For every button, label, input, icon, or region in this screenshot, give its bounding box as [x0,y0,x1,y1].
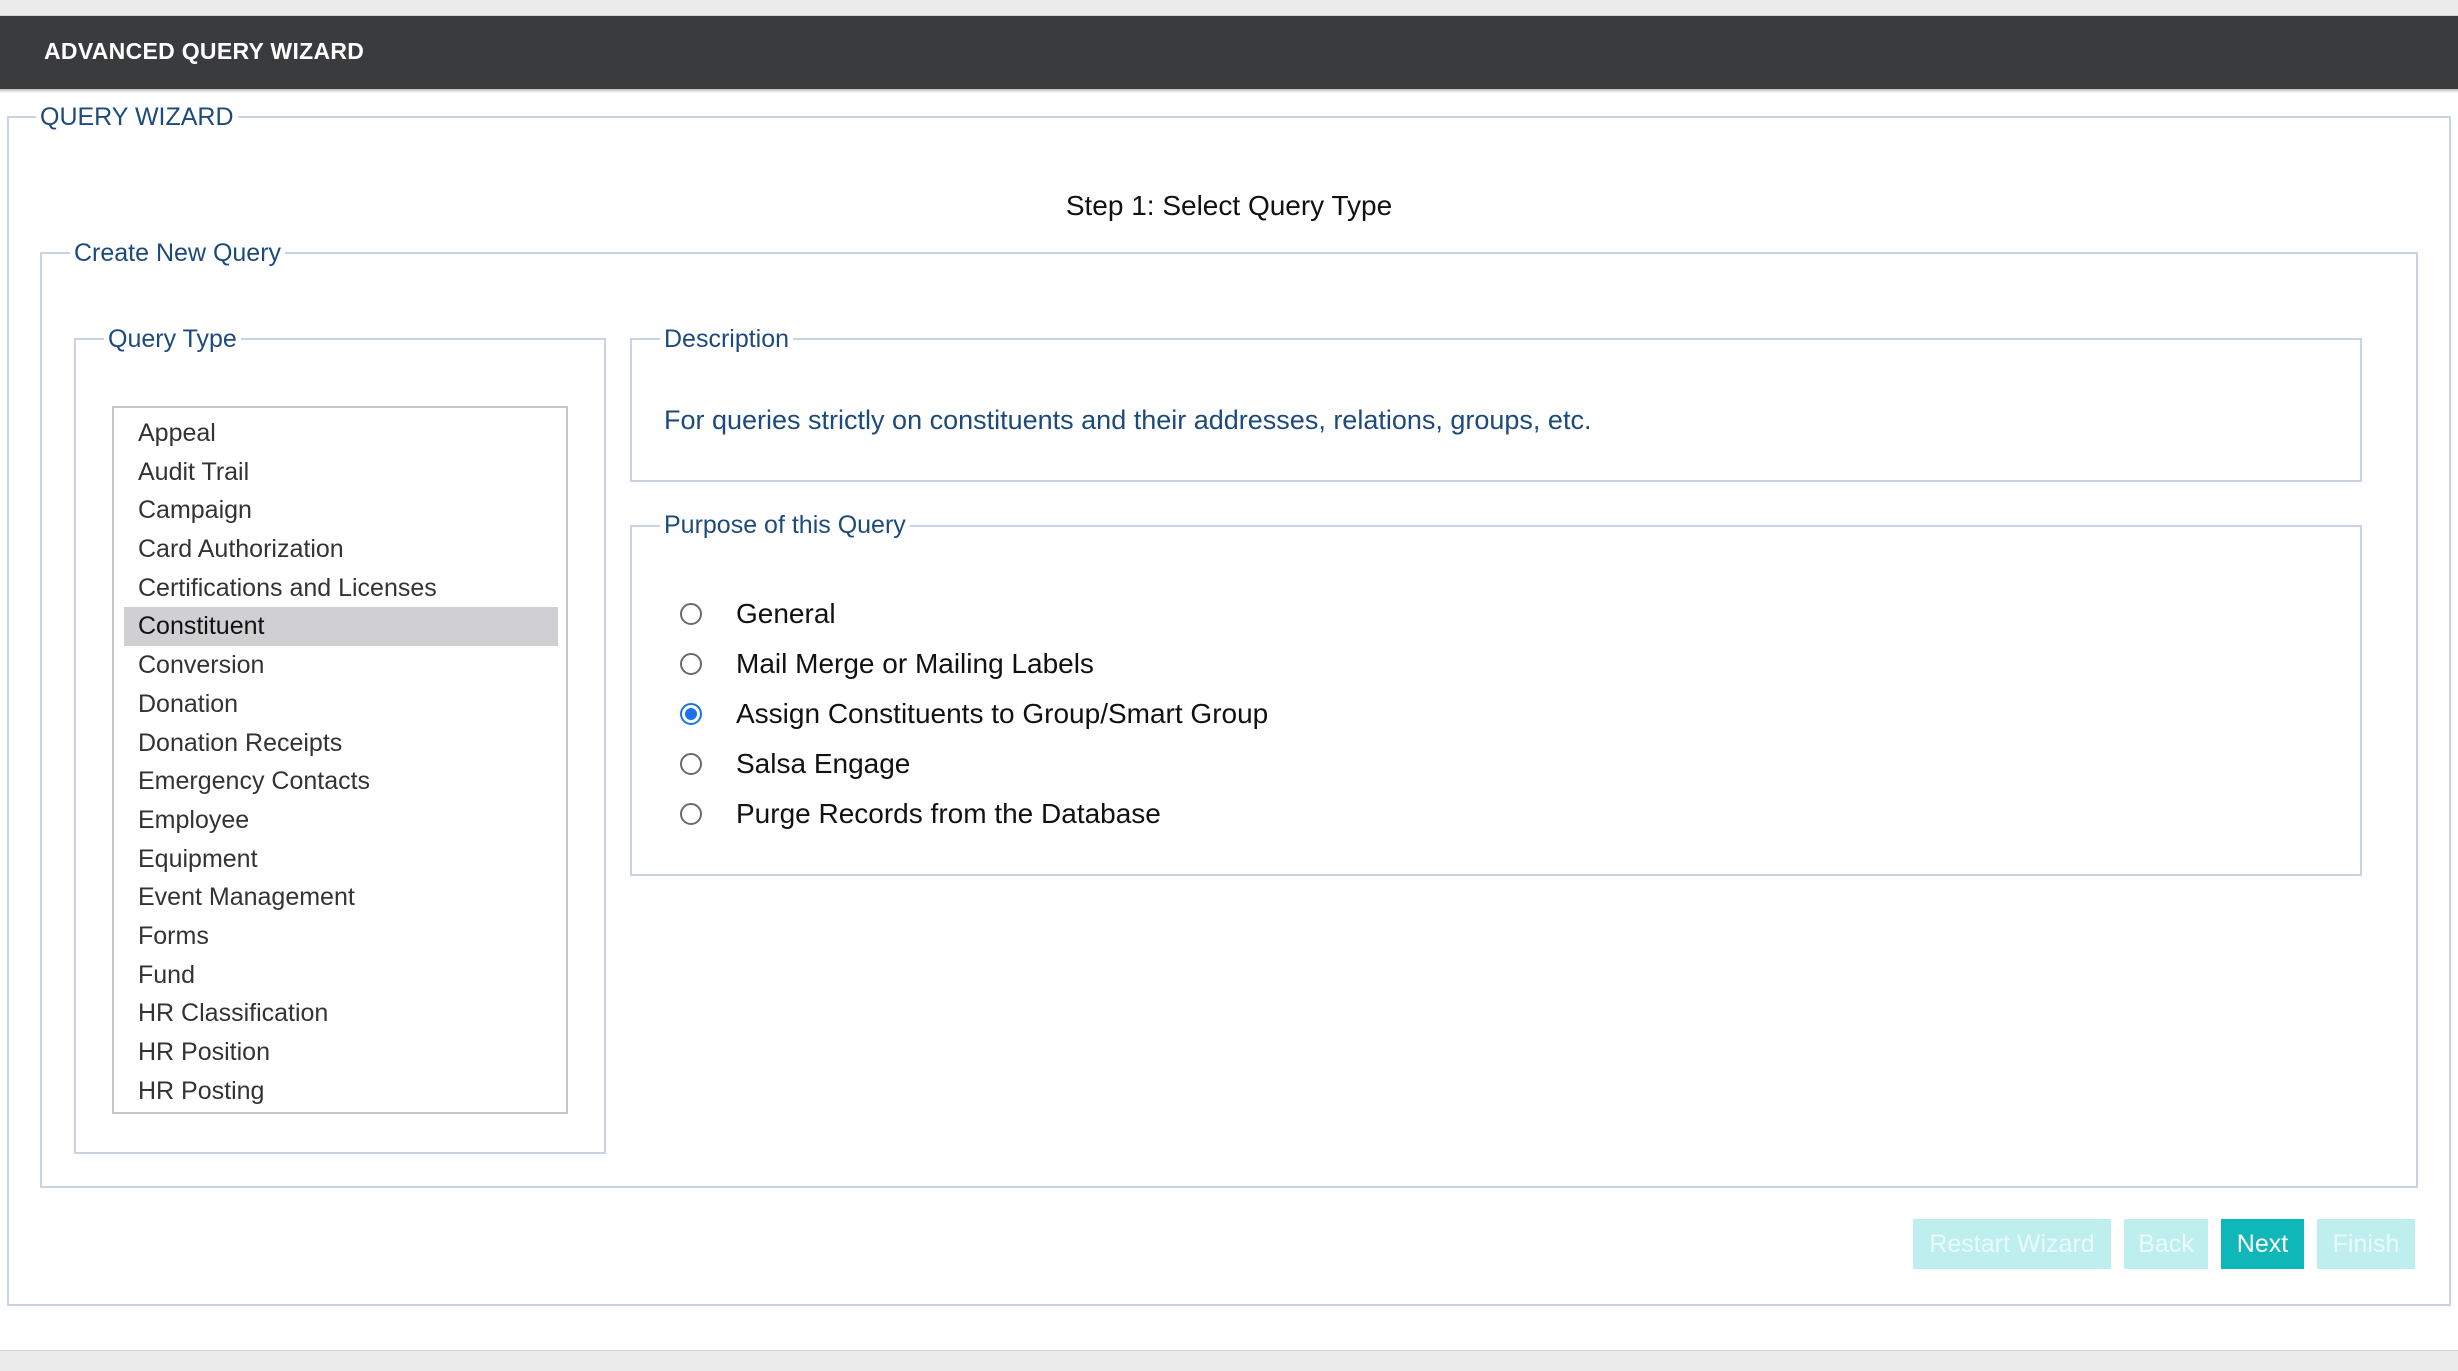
query-type-item[interactable]: Donation [124,685,558,724]
finish-button[interactable]: Finish [2317,1219,2415,1269]
radio-button[interactable] [680,703,702,725]
query-type-listbox[interactable]: Appeal Audit Trail Campaign Card Authorizat… [112,406,568,1114]
purpose-option-label: Assign Constituents to Group/Smart Group [736,698,1269,729]
query-type-item[interactable]: Employee [124,801,558,840]
query-type-item[interactable]: Audit Trail [124,453,558,492]
query-type-item[interactable]: Certifications and Licenses [124,569,558,608]
title-bar: ADVANCED QUERY WIZARD [0,16,2458,89]
title-bar-shadow [0,89,2458,93]
purpose-option-mail-merge[interactable]: Mail Merge or Mailing Labels [680,644,1094,684]
radio-button[interactable] [680,803,702,825]
query-type-item[interactable]: Forms [124,917,558,956]
restart-wizard-button[interactable]: Restart Wizard [1913,1219,2111,1269]
radio-button[interactable] [680,753,702,775]
purpose-option-purge-records[interactable]: Purge Records from the Database [680,794,1161,834]
query-type-legend: Query Type [104,324,241,354]
back-button[interactable]: Back [2124,1219,2208,1269]
query-type-item[interactable]: Card Authorization [124,530,558,569]
radio-button[interactable] [680,653,702,675]
browser-top-strip [0,0,2458,16]
purpose-option-salsa-engage[interactable]: Salsa Engage [680,744,910,784]
query-wizard-legend: QUERY WIZARD [36,102,238,132]
query-type-item[interactable]: Conversion [124,646,558,685]
query-type-item[interactable]: Emergency Contacts [124,762,558,801]
next-button[interactable]: Next [2221,1219,2304,1269]
query-type-item[interactable]: Event Management [124,878,558,917]
query-type-item[interactable]: Fund [124,956,558,995]
purpose-option-label: Purge Records from the Database [736,798,1161,829]
purpose-option-general[interactable]: General [680,594,836,634]
purpose-option-label: Mail Merge or Mailing Labels [736,648,1094,679]
query-type-item[interactable]: Equipment [124,840,558,879]
purpose-legend: Purpose of this Query [660,510,910,540]
description-text: For queries strictly on constituents and… [664,405,1592,435]
description-legend: Description [660,324,794,354]
query-type-list: Appeal Audit Trail Campaign Card Authorizat… [114,408,566,1110]
query-type-item[interactable]: Constituent [124,607,558,647]
create-new-query-legend: Create New Query [70,238,286,268]
purpose-option-label: General [736,598,836,629]
query-type-item[interactable]: HR Posting [124,1072,558,1111]
purpose-option-assign-group[interactable]: Assign Constituents to Group/Smart Group [680,694,1268,734]
purpose-option-label: Salsa Engage [736,748,911,779]
step-title: Step 1: Select Query Type [1065,190,1393,221]
bottom-strip [0,1350,2458,1371]
window-title: ADVANCED QUERY WIZARD [44,38,365,64]
query-type-item[interactable]: Campaign [124,491,558,530]
query-type-item[interactable]: Donation Receipts [124,724,558,763]
query-type-item[interactable]: HR Position [124,1033,558,1072]
radio-button[interactable] [680,603,702,625]
query-type-item[interactable]: HR Classification [124,994,558,1033]
query-type-item[interactable]: Appeal [124,414,558,453]
